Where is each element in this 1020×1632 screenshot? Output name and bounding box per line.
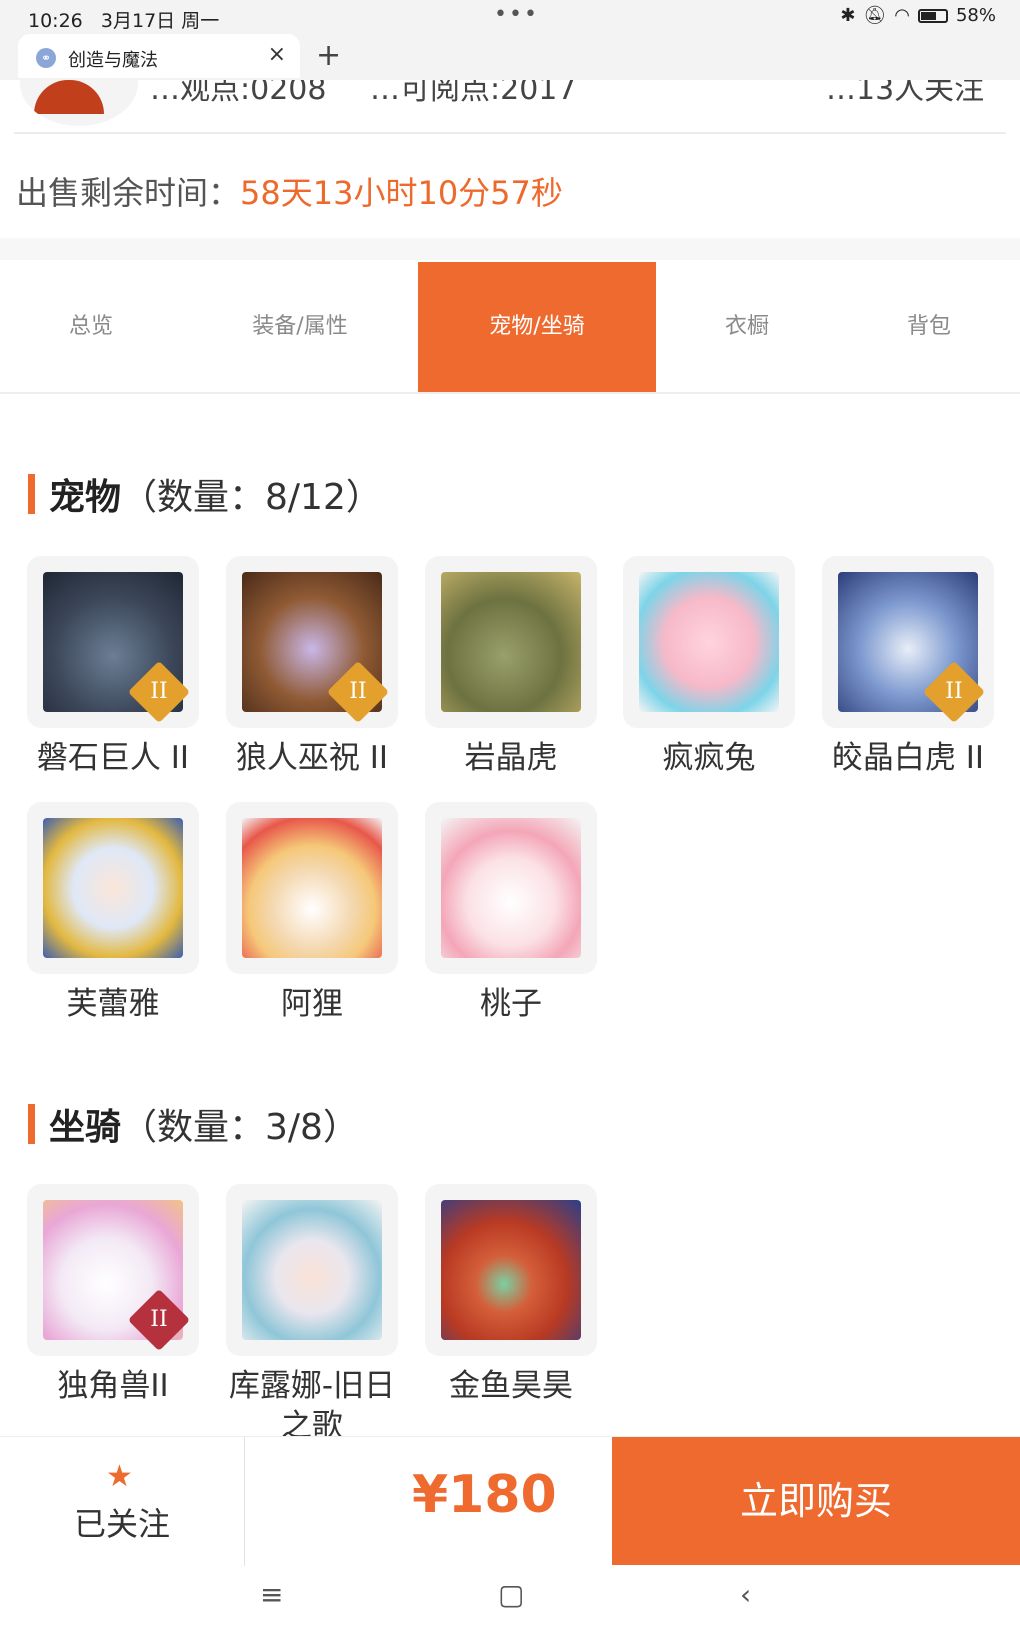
tier-badge: II [127, 660, 191, 724]
follow-button[interactable]: ★ 已关注 [0, 1437, 244, 1567]
new-tab-icon[interactable]: + [316, 38, 341, 73]
more-dots-icon[interactable]: ••• [494, 2, 539, 27]
sale-remaining-label: 出售剩余时间： [16, 174, 241, 212]
stat-followers: …13人关注 [826, 80, 985, 107]
pet-item[interactable]: 芙蕾雅 [27, 802, 199, 1024]
pet-name: 磐石巨人 II [36, 740, 190, 776]
pet-item[interactable]: 疯疯兔 [623, 556, 795, 778]
wifi-icon: ◠ [894, 5, 910, 26]
stat-views: …观点:0208 [150, 80, 327, 107]
mounts-section-title: 坐骑 （数量：3/8） [28, 1098, 359, 1150]
profile-stats-row: …观点:0208 …可阅点:2017 …13人关注 [0, 80, 1020, 132]
peach-icon [441, 818, 581, 958]
link-icon: ⚭ [36, 48, 56, 68]
goldfish-icon [441, 1200, 581, 1340]
mute-icon: 🔕︎ [863, 5, 887, 26]
pet-name: 岩晶虎 [464, 740, 558, 776]
back-icon[interactable]: ‹ [740, 1578, 751, 1611]
tab-pets-mounts[interactable]: 宠物/坐骑 [418, 262, 656, 392]
mounts-grid: II 独角兽II 库露娜-旧日之歌 金鱼昊昊 [0, 1184, 1020, 1436]
freya-icon [43, 818, 183, 958]
status-time: 10:26 3月17日 周一 [28, 10, 220, 32]
browser-tab-strip: ⚭ 创造与魔法 × + [0, 34, 1020, 80]
pet-name: 狼人巫祝 II [235, 740, 389, 776]
close-icon[interactable]: × [268, 42, 286, 67]
mount-name: 独角兽II [57, 1368, 169, 1404]
pet-name: 皎晶白虎 II [831, 740, 985, 776]
mount-item[interactable]: II 独角兽II [27, 1184, 199, 1406]
pet-item[interactable]: II 狼人巫祝 II [226, 556, 398, 778]
mounts-title: 坐骑 [49, 1107, 122, 1148]
pet-name: 桃子 [480, 986, 542, 1022]
stat-readable: …可阅点:2017 [370, 80, 577, 107]
avatar [20, 80, 138, 126]
tier-badge: II [127, 1288, 191, 1352]
sale-remaining-row: 出售剩余时间：58天13小时10分57秒 [16, 168, 563, 214]
bluetooth-icon: ✱ [840, 5, 856, 26]
pet-name: 疯疯兔 [662, 740, 756, 776]
menu-icon[interactable]: ≡ [260, 1578, 283, 1611]
divider [14, 132, 1006, 134]
pet-name: 阿狸 [281, 986, 343, 1022]
buy-now-button[interactable]: 立即购买 [612, 1437, 1020, 1565]
home-icon[interactable]: ▢ [498, 1578, 524, 1611]
pets-title: 宠物 [49, 477, 122, 518]
divider [244, 1437, 245, 1567]
crazy-rabbit-icon [639, 572, 779, 712]
pet-item[interactable]: 阿狸 [226, 802, 398, 1024]
pet-item[interactable]: II 皎晶白虎 II [822, 556, 994, 778]
pet-item[interactable]: 岩晶虎 [425, 556, 597, 778]
section-gap [0, 238, 1020, 260]
status-icons: ✱ 🔕︎ ◠ 58% [840, 5, 996, 26]
tier-badge: II [326, 660, 390, 724]
section-marker [28, 1104, 35, 1144]
detail-tabs: 总览 装备/属性 宠物/坐骑 衣橱 背包 [0, 262, 1020, 394]
pet-item[interactable]: II 磐石巨人 II [27, 556, 199, 778]
status-bar: 10:26 3月17日 周一 ••• ✱ 🔕︎ ◠ 58% [0, 0, 1020, 34]
follow-label: 已关注 [73, 1505, 170, 1543]
ali-icon [242, 818, 382, 958]
pets-count: （数量：8/12） [121, 477, 382, 518]
tab-wardrobe[interactable]: 衣橱 [656, 262, 838, 392]
tab-backpack[interactable]: 背包 [838, 262, 1020, 392]
mount-name: 金鱼昊昊 [449, 1368, 573, 1404]
price: ¥180 [412, 1465, 557, 1525]
mount-item[interactable]: 库露娜-旧日之歌 [226, 1184, 398, 1436]
pet-name: 芙蕾雅 [66, 986, 160, 1022]
battery-icon [917, 8, 948, 23]
browser-tab[interactable]: ⚭ 创造与魔法 × [18, 34, 300, 78]
star-icon: ★ [106, 1459, 133, 1494]
kuluna-icon [242, 1200, 382, 1340]
pet-item[interactable]: 桃子 [425, 802, 597, 1024]
system-nav-bar: ≡ ▢ ‹ [0, 1566, 1020, 1632]
battery-percent: 58% [955, 5, 996, 26]
rock-tiger-icon [441, 572, 581, 712]
mount-name: 库露娜-旧日之歌 [228, 1368, 396, 1436]
mount-item[interactable]: 金鱼昊昊 [425, 1184, 597, 1406]
mounts-count: （数量：3/8） [121, 1107, 359, 1148]
tab-equipment[interactable]: 装备/属性 [182, 262, 418, 392]
sale-remaining-time: 58天13小时10分57秒 [240, 174, 563, 212]
tier-badge: II [922, 660, 986, 724]
pets-section-title: 宠物 （数量：8/12） [28, 468, 382, 520]
bottom-action-bar: ★ 已关注 ¥180 立即购买 [0, 1436, 1020, 1567]
browser-tab-title: 创造与魔法 [68, 50, 158, 71]
tab-overview[interactable]: 总览 [0, 262, 182, 392]
section-marker [28, 474, 35, 514]
